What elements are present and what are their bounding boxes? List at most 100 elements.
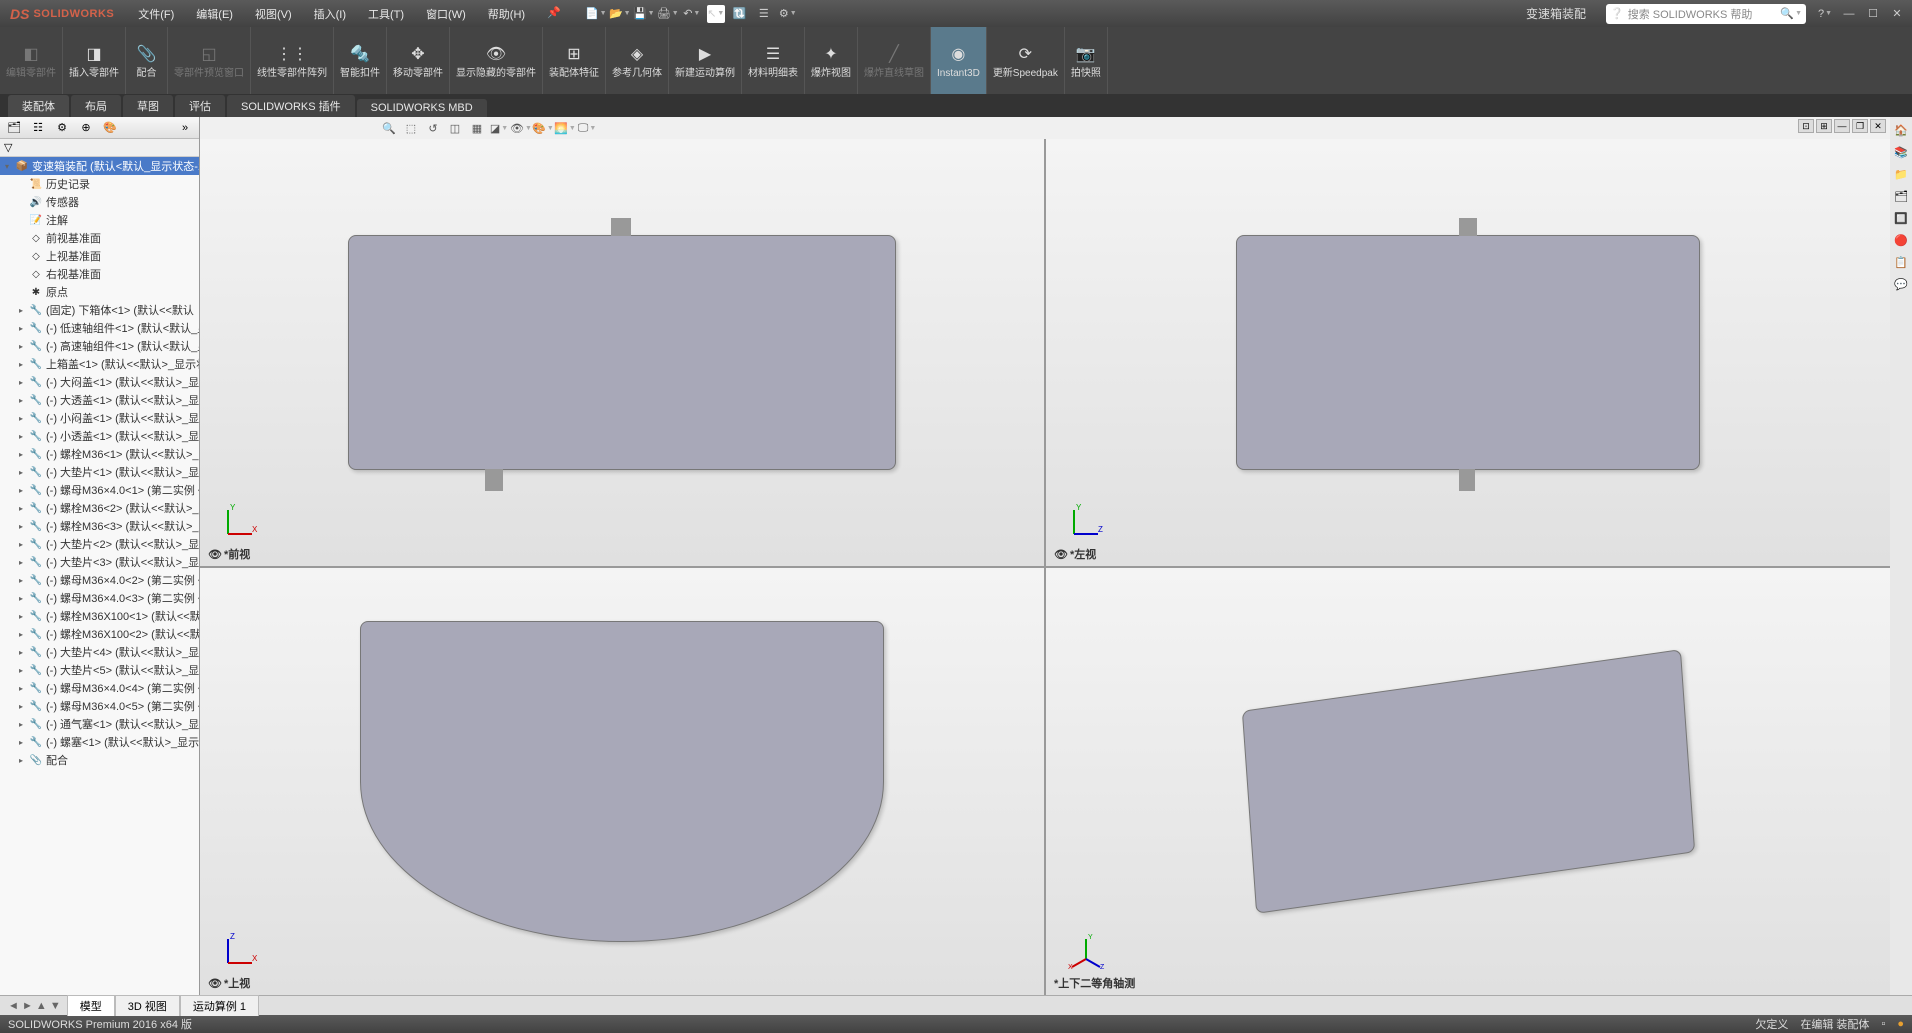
menu-file[interactable]: 文件(F) bbox=[128, 3, 184, 25]
zoom-fit-icon[interactable]: 🔍 bbox=[380, 119, 398, 137]
tree-item[interactable]: ▸🔧(-) 大垫片<3> (默认<<默认>_显示 bbox=[0, 553, 199, 571]
new-doc-icon[interactable]: 📄▼ bbox=[587, 5, 605, 23]
ribbon-linear-pattern[interactable]: ⋮⋮线性零部件阵列 bbox=[251, 27, 334, 94]
tree-item[interactable]: ▸🔧(-) 螺母M36×4.0<1> (第二实例 < bbox=[0, 481, 199, 499]
tree-item[interactable]: ▸🔧(-) 小闷盖<1> (默认<<默认>_显示 bbox=[0, 409, 199, 427]
tree-item[interactable]: ✱原点 bbox=[0, 283, 199, 301]
tab-layout[interactable]: 布局 bbox=[71, 95, 121, 117]
section-view-icon[interactable]: ◫ bbox=[446, 119, 464, 137]
rebuild-icon[interactable]: 🔃 bbox=[731, 5, 749, 23]
select-icon[interactable]: ↖▼ bbox=[707, 5, 725, 23]
tree-item[interactable]: ▸🔧(-) 螺母M36×4.0<4> (第二实例 < bbox=[0, 679, 199, 697]
nav-arrows[interactable]: ◄ ► ▲ ▼ bbox=[8, 1000, 61, 1012]
menu-help[interactable]: 帮助(H) bbox=[478, 3, 535, 25]
tree-item[interactable]: ▸🔧(-) 小透盖<1> (默认<<默认>_显示 bbox=[0, 427, 199, 445]
home-icon[interactable]: 🏠 bbox=[1892, 121, 1910, 139]
open-doc-icon[interactable]: 📂▼ bbox=[611, 5, 629, 23]
tree-filter-bar[interactable]: ▽ bbox=[0, 139, 199, 157]
tree-item[interactable]: ▸🔧(-) 螺栓M36X100<2> (默认<<默 bbox=[0, 625, 199, 643]
save-icon[interactable]: 💾▼ bbox=[635, 5, 653, 23]
view-orientation-icon[interactable]: ▦ bbox=[468, 119, 486, 137]
tree-item[interactable]: 🔊传感器 bbox=[0, 193, 199, 211]
expand-panel-icon[interactable]: » bbox=[175, 119, 195, 137]
view-palette-icon[interactable]: 🔲 bbox=[1892, 209, 1910, 227]
view-pane-left[interactable]: YZ 👁*左视 bbox=[1046, 139, 1890, 566]
tree-item[interactable]: ▸🔧(-) 大闷盖<1> (默认<<默认>_显 bbox=[0, 373, 199, 391]
menu-insert[interactable]: 插入(I) bbox=[304, 3, 356, 25]
vp-restore-icon[interactable]: ❐ bbox=[1852, 119, 1868, 133]
tree-item[interactable]: ▸🔧(-) 大垫片<5> (默认<<默认>_显示 bbox=[0, 661, 199, 679]
tree-item[interactable]: ▸🔧(-) 螺栓M36<2> (默认<<默认>_显 bbox=[0, 499, 199, 517]
tab-assembly[interactable]: 装配体 bbox=[8, 95, 69, 117]
tree-item[interactable]: ▸🔧(-) 螺母M36×4.0<2> (第二实例 < bbox=[0, 571, 199, 589]
close-icon[interactable]: ✕ bbox=[1886, 4, 1908, 24]
tree-item[interactable]: ◇上视基准面 bbox=[0, 247, 199, 265]
minimize-icon[interactable]: — bbox=[1838, 4, 1860, 24]
ribbon-assembly-feature[interactable]: ⊞装配体特征 bbox=[543, 27, 606, 94]
vp-close-icon[interactable]: ✕ bbox=[1870, 119, 1886, 133]
display-manager-tab-icon[interactable]: 🎨 bbox=[100, 119, 120, 137]
tab-3dview[interactable]: 3D 视图 bbox=[115, 995, 180, 1016]
config-manager-tab-icon[interactable]: ⚙ bbox=[52, 119, 72, 137]
tab-motion1[interactable]: 运动算例 1 bbox=[180, 995, 259, 1016]
apply-scene-icon[interactable]: 🌅▼ bbox=[556, 119, 574, 137]
ribbon-snapshot[interactable]: 📷拍快照 bbox=[1065, 27, 1108, 94]
zoom-area-icon[interactable]: ⬚ bbox=[402, 119, 420, 137]
tree-item[interactable]: ▸🔧(-) 螺栓M36<3> (默认<<默认>_显 bbox=[0, 517, 199, 535]
feature-manager-tab-icon[interactable]: 🗂 bbox=[4, 119, 24, 137]
menu-edit[interactable]: 编辑(E) bbox=[186, 3, 243, 25]
help-search-input[interactable]: ❔ 搜索 SOLIDWORKS 帮助 🔍 ▼ bbox=[1606, 4, 1806, 24]
tree-root[interactable]: ▾ 📦 变速箱装配 (默认<默认_显示状态-1> bbox=[0, 157, 199, 175]
settings-gear-icon[interactable]: ⚙▼ bbox=[779, 5, 797, 23]
view-settings-icon[interactable]: 🖵▼ bbox=[578, 119, 596, 137]
ribbon-motion-study[interactable]: ▶新建运动算例 bbox=[669, 27, 742, 94]
menu-pin-icon[interactable]: 📌 bbox=[537, 3, 571, 25]
ribbon-explode-line[interactable]: ╱爆炸直线草图 bbox=[858, 27, 931, 94]
menu-view[interactable]: 视图(V) bbox=[245, 3, 302, 25]
undo-icon[interactable]: ↶▼ bbox=[683, 5, 701, 23]
tree-item[interactable]: ▸🔧(-) 螺母M36×4.0<3> (第二实例 < bbox=[0, 589, 199, 607]
view-pane-dimetric[interactable]: YXZ *上下二等角轴测 bbox=[1046, 568, 1890, 995]
print-icon[interactable]: 🖨▼ bbox=[659, 5, 677, 23]
tree-item[interactable]: ▸🔧(-) 螺塞<1> (默认<<默认>_显示状 bbox=[0, 733, 199, 751]
dimx-manager-tab-icon[interactable]: ⊕ bbox=[76, 119, 96, 137]
tree-item[interactable]: ◇右视基准面 bbox=[0, 265, 199, 283]
tab-model[interactable]: 模型 bbox=[67, 995, 115, 1016]
menu-tools[interactable]: 工具(T) bbox=[358, 3, 414, 25]
tree-item[interactable]: 📝注解 bbox=[0, 211, 199, 229]
ribbon-update-speedpak[interactable]: ⟳更新Speedpak bbox=[987, 27, 1065, 94]
ribbon-edit-component[interactable]: ◧编辑零部件 bbox=[0, 27, 63, 94]
tree-item[interactable]: ▸🔧(-) 螺栓M36<1> (默认<<默认>_ bbox=[0, 445, 199, 463]
ribbon-show-hidden[interactable]: 👁显示隐藏的零部件 bbox=[450, 27, 543, 94]
vp-control-2[interactable]: ⊞ bbox=[1816, 119, 1832, 133]
maximize-icon[interactable]: ☐ bbox=[1862, 4, 1884, 24]
ribbon-exploded-view[interactable]: ✦爆炸视图 bbox=[805, 27, 858, 94]
tree-item[interactable]: ▸🔧(-) 螺母M36×4.0<5> (第二实例 < bbox=[0, 697, 199, 715]
help-button[interactable]: ?▼ bbox=[1814, 4, 1836, 24]
edit-appearance-icon[interactable]: 🎨▼ bbox=[534, 119, 552, 137]
tab-addins[interactable]: SOLIDWORKS 插件 bbox=[227, 95, 355, 117]
previous-view-icon[interactable]: ↺ bbox=[424, 119, 442, 137]
tree-item[interactable]: ▸🔧(固定) 下箱体<1> (默认<<默认 bbox=[0, 301, 199, 319]
tree-item[interactable]: 📜历史记录 bbox=[0, 175, 199, 193]
tree-item[interactable]: ◇前视基准面 bbox=[0, 229, 199, 247]
tree-item[interactable]: ▸🔧(-) 大垫片<1> (默认<<默认>_显示 bbox=[0, 463, 199, 481]
design-library-icon[interactable]: 📁 bbox=[1892, 165, 1910, 183]
ribbon-instant3d[interactable]: ◉Instant3D bbox=[931, 27, 987, 94]
menu-window[interactable]: 窗口(W) bbox=[416, 3, 476, 25]
tree-item[interactable]: ▸🔧(-) 大透盖<1> (默认<<默认>_显示 bbox=[0, 391, 199, 409]
options-list-icon[interactable]: ☰ bbox=[755, 5, 773, 23]
ribbon-preview-window[interactable]: ◱零部件预览窗口 bbox=[168, 27, 251, 94]
resources-icon[interactable]: 📚 bbox=[1892, 143, 1910, 161]
view-pane-front[interactable]: YX 👁*前视 bbox=[200, 139, 1044, 566]
ribbon-insert-component[interactable]: ◨插入零部件 bbox=[63, 27, 126, 94]
status-custom-icon[interactable]: ● bbox=[1897, 1018, 1904, 1030]
ribbon-smart-fastener[interactable]: 🔩智能扣件 bbox=[334, 27, 387, 94]
status-unit-icon[interactable]: ▫ bbox=[1881, 1018, 1885, 1030]
hide-show-icon[interactable]: 👁▼ bbox=[512, 119, 530, 137]
tree-item[interactable]: ▸🔧上箱盖<1> (默认<<默认>_显示状 bbox=[0, 355, 199, 373]
tree-item[interactable]: ▸📎配合 bbox=[0, 751, 199, 769]
tree-item[interactable]: ▸🔧(-) 大垫片<4> (默认<<默认>_显示 bbox=[0, 643, 199, 661]
appearances-icon[interactable]: 🔴 bbox=[1892, 231, 1910, 249]
forum-icon[interactable]: 💬 bbox=[1892, 275, 1910, 293]
